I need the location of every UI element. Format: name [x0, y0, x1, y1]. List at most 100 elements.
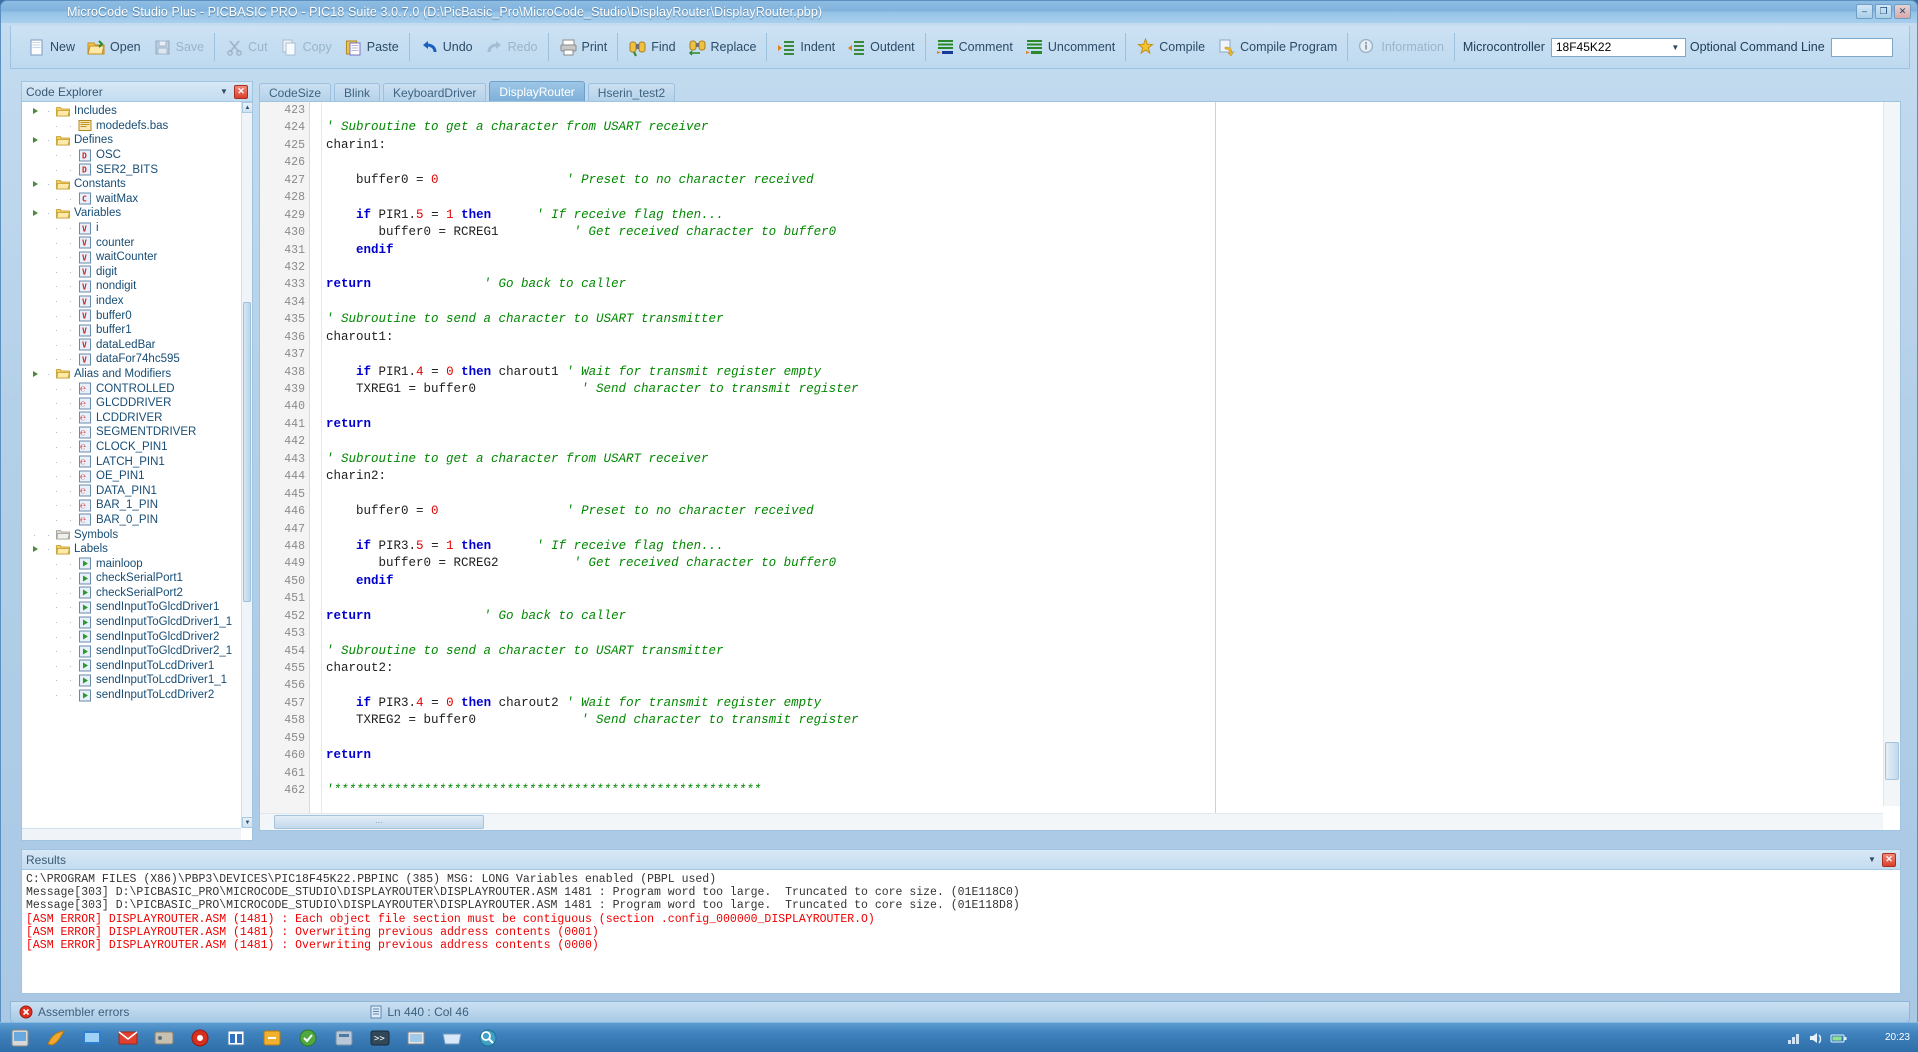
- code-line[interactable]: [326, 486, 1876, 503]
- code-text-area[interactable]: ' Subroutine to get a character from USA…: [322, 102, 1876, 806]
- tree-item[interactable]: ·Alias and Modifiers: [22, 367, 241, 382]
- tree-item[interactable]: ··mainloop: [22, 556, 241, 571]
- code-explorer-tree[interactable]: ·Includes··modedefs.bas·Defines··DOSC··D…: [22, 102, 241, 828]
- code-line[interactable]: [326, 398, 1876, 415]
- compile-program-button[interactable]: Compile Program: [1211, 30, 1343, 64]
- code-line[interactable]: [326, 259, 1876, 276]
- tree-item[interactable]: ··℮BAR_1_PIN: [22, 498, 241, 513]
- tree-item[interactable]: ··Vnondigit: [22, 279, 241, 294]
- tree-item[interactable]: ··VdataFor74hc595: [22, 352, 241, 367]
- code-line[interactable]: return ' Go back to caller: [326, 608, 1876, 625]
- tree-item[interactable]: ··sendInputToGlcdDriver1: [22, 600, 241, 615]
- code-line[interactable]: return: [326, 416, 1876, 433]
- code-line[interactable]: buffer0 = RCREG2 ' Get received characte…: [326, 555, 1876, 572]
- tree-expander-icon[interactable]: [28, 546, 42, 552]
- tree-item[interactable]: ··checkSerialPort2: [22, 586, 241, 601]
- tree-expander-icon[interactable]: [28, 371, 42, 377]
- tree-item[interactable]: ··checkSerialPort1: [22, 571, 241, 586]
- tree-expander-icon[interactable]: [28, 108, 42, 114]
- volume-icon[interactable]: [1808, 1031, 1824, 1045]
- tree-expander-icon[interactable]: [28, 181, 42, 187]
- editor-scroll-thumb[interactable]: [1885, 742, 1899, 780]
- taskbar-icon-3[interactable]: [76, 1026, 108, 1050]
- code-line[interactable]: buffer0 = RCREG1 ' Get received characte…: [326, 224, 1876, 241]
- code-line[interactable]: [326, 189, 1876, 206]
- taskbar-icon-7[interactable]: [220, 1026, 252, 1050]
- tree-item[interactable]: ·Includes: [22, 104, 241, 119]
- tree-item[interactable]: ··DSER2_BITS: [22, 162, 241, 177]
- code-line[interactable]: if PIR3.4 = 0 then charout2 ' Wait for t…: [326, 695, 1876, 712]
- code-line[interactable]: charin2:: [326, 468, 1876, 485]
- tree-item[interactable]: ··sendInputToGlcdDriver1_1: [22, 615, 241, 630]
- tree-item[interactable]: ··VwaitCounter: [22, 250, 241, 265]
- taskbar-icon-13[interactable]: [436, 1026, 468, 1050]
- taskbar-icon-11[interactable]: >>: [364, 1026, 396, 1050]
- microcontroller-select[interactable]: 18F45K22 ▼: [1551, 38, 1686, 57]
- taskbar-icon-5[interactable]: [148, 1026, 180, 1050]
- code-line[interactable]: if PIR3.5 = 1 then ' If receive flag the…: [326, 538, 1876, 555]
- editor-tab[interactable]: Hserin_test2: [588, 83, 675, 101]
- taskbar-icon-8[interactable]: [256, 1026, 288, 1050]
- tree-expander-icon[interactable]: [28, 137, 42, 143]
- taskbar-icon-4[interactable]: [112, 1026, 144, 1050]
- tree-item[interactable]: ··sendInputToLcdDriver1: [22, 659, 241, 674]
- tree-item[interactable]: ··sendInputToLcdDriver1_1: [22, 673, 241, 688]
- code-line[interactable]: [326, 625, 1876, 642]
- copy-button[interactable]: Copy: [274, 30, 338, 64]
- undo-button[interactable]: Undo: [414, 30, 479, 64]
- comment-button[interactable]: Comment: [930, 30, 1019, 64]
- taskbar-icon-2[interactable]: [40, 1026, 72, 1050]
- results-output[interactable]: C:\PROGRAM FILES (X86)\PBP3\DEVICES\PIC1…: [22, 870, 1900, 993]
- explorer-scroll-thumb[interactable]: [243, 302, 251, 602]
- tree-item[interactable]: ··Vi: [22, 221, 241, 236]
- taskbar-icon-9[interactable]: [292, 1026, 324, 1050]
- close-icon[interactable]: ✕: [234, 85, 248, 99]
- code-line[interactable]: [326, 521, 1876, 538]
- chevron-down-icon[interactable]: ▼: [1865, 853, 1879, 867]
- code-line[interactable]: [326, 294, 1876, 311]
- code-line[interactable]: ' Subroutine to get a character from USA…: [326, 119, 1876, 136]
- code-line[interactable]: [326, 154, 1876, 171]
- tree-item[interactable]: ·Defines: [22, 133, 241, 148]
- tree-item[interactable]: ··℮LCDDRIVER: [22, 410, 241, 425]
- editor-hscroll-thumb[interactable]: ···: [274, 815, 484, 829]
- code-line[interactable]: endif: [326, 242, 1876, 259]
- network-icon[interactable]: [1786, 1031, 1802, 1045]
- tree-item[interactable]: ··Vdigit: [22, 265, 241, 280]
- chevron-down-icon[interactable]: ▼: [217, 85, 231, 99]
- editor-vertical-scrollbar[interactable]: [1883, 102, 1900, 806]
- code-line[interactable]: buffer0 = 0 ' Preset to no character rec…: [326, 172, 1876, 189]
- tree-item[interactable]: ··sendInputToLcdDriver2: [22, 688, 241, 703]
- scroll-down-arrow[interactable]: ▼: [242, 817, 253, 828]
- information-button[interactable]: Information: [1352, 30, 1450, 64]
- tree-item[interactable]: ·Labels: [22, 542, 241, 557]
- taskbar-icon-14[interactable]: [472, 1026, 504, 1050]
- code-line[interactable]: [326, 730, 1876, 747]
- code-line[interactable]: [326, 590, 1876, 607]
- battery-icon[interactable]: [1830, 1031, 1848, 1045]
- tree-item[interactable]: ··℮DATA_PIN1: [22, 483, 241, 498]
- taskbar-icon-10[interactable]: [328, 1026, 360, 1050]
- close-icon[interactable]: ✕: [1882, 853, 1896, 867]
- code-line[interactable]: if PIR1.5 = 1 then ' If receive flag the…: [326, 207, 1876, 224]
- code-line[interactable]: buffer0 = 0 ' Preset to no character rec…: [326, 503, 1876, 520]
- editor-tab[interactable]: CodeSize: [259, 83, 331, 101]
- find-button[interactable]: Find: [622, 30, 681, 64]
- cut-button[interactable]: Cut: [219, 30, 273, 64]
- print-button[interactable]: Print: [553, 30, 614, 64]
- bookmark-gutter[interactable]: [310, 102, 322, 830]
- tree-item[interactable]: ··Vbuffer1: [22, 323, 241, 338]
- code-line[interactable]: TXREG2 = buffer0 ' Send character to tra…: [326, 712, 1876, 729]
- editor-tab[interactable]: KeyboardDriver: [383, 83, 486, 101]
- taskbar-icon-1[interactable]: [4, 1026, 36, 1050]
- code-line[interactable]: charin1:: [326, 137, 1876, 154]
- tree-item[interactable]: ··sendInputToGlcdDriver2_1: [22, 644, 241, 659]
- code-line[interactable]: return ' Go back to caller: [326, 276, 1876, 293]
- taskbar-clock[interactable]: 20:23: [1885, 1023, 1910, 1052]
- close-button[interactable]: ✕: [1894, 4, 1911, 19]
- code-line[interactable]: charout1:: [326, 329, 1876, 346]
- paste-button[interactable]: Paste: [338, 30, 405, 64]
- explorer-vertical-scrollbar[interactable]: ▲ ▼: [241, 102, 252, 828]
- indent-button[interactable]: Indent: [771, 30, 841, 64]
- open-button[interactable]: Open: [81, 30, 147, 64]
